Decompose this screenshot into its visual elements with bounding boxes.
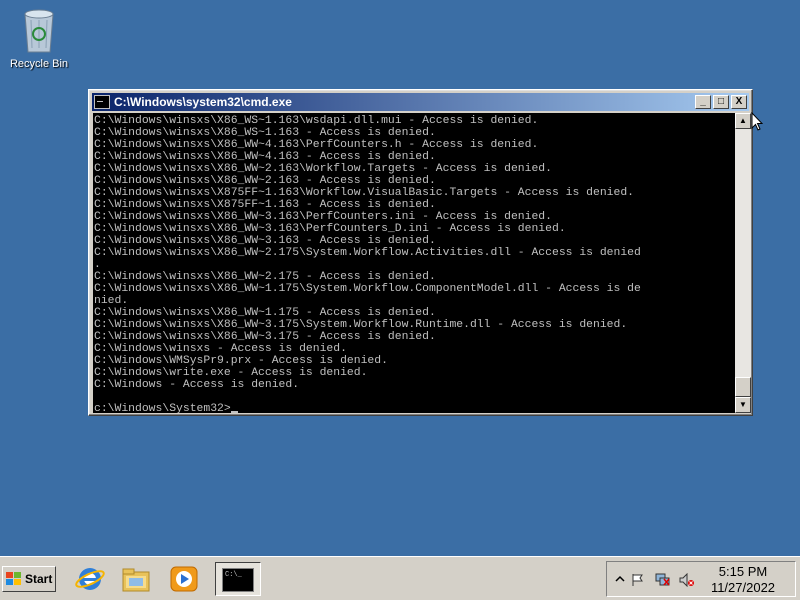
console-line: nied. <box>94 295 129 307</box>
media-player-icon[interactable] <box>168 564 200 594</box>
console-line: C:\Windows\winsxs\X86_WW~3.163\PerfCount… <box>94 223 566 235</box>
clock-time: 5:15 PM <box>718 564 768 579</box>
cmd-task-icon <box>222 568 254 592</box>
console-line: C:\Windows\winsxs\X86_WW~2.175 - Access … <box>94 271 436 283</box>
action-center-flag-icon[interactable] <box>631 573 645 587</box>
vertical-scrollbar[interactable]: ▲ ▼ <box>735 113 751 413</box>
console-line: C:\Windows\winsxs\X86_WW~3.163\PerfCount… <box>94 211 552 223</box>
scroll-thumb[interactable] <box>735 377 751 397</box>
start-button[interactable]: Start <box>2 566 56 592</box>
console-line: C:\Windows\winsxs\X86_WS~1.163 - Access … <box>94 127 436 139</box>
recycle-bin-icon <box>19 6 59 54</box>
volume-muted-icon[interactable] <box>679 572 694 588</box>
taskbar: Start C:\_ 5:15 PM 11/27/2022 <box>0 556 800 600</box>
console-line: C:\Windows\winsxs\X86_WW~3.175\System.Wo… <box>94 319 628 331</box>
console-line: C:\Windows\winsxs\X875FF~1.163\Workflow.… <box>94 187 635 199</box>
recycle-bin-label: Recycle Bin <box>9 58 69 70</box>
console-line: C:\Windows\WMSysPr9.prx - Access is deni… <box>94 355 388 367</box>
close-button[interactable]: X <box>731 95 747 109</box>
console-line: . <box>94 259 101 271</box>
cmd-task-button[interactable] <box>215 562 261 596</box>
windows-logo-icon <box>6 572 22 586</box>
console-line: C:\Windows\winsxs\X86_WW~4.163\PerfCount… <box>94 139 539 151</box>
maximize-button[interactable]: □ <box>713 95 729 109</box>
cmd-window-icon[interactable] <box>94 95 110 109</box>
mouse-pointer-icon <box>751 112 763 131</box>
console-output[interactable]: C:\Windows\winsxs\X86_WS~1.163\wsdapi.dl… <box>93 113 735 413</box>
scroll-down-button[interactable]: ▼ <box>735 397 751 413</box>
console-line: C:\Windows\winsxs\X86_WW~4.163 - Access … <box>94 151 436 163</box>
show-hidden-icon[interactable] <box>613 573 627 587</box>
console-line: C:\Windows\winsxs\X86_WW~1.175 - Access … <box>94 307 436 319</box>
window-titlebar[interactable]: C:\Windows\system32\cmd.exe _ □ X <box>92 93 749 111</box>
console-line: C:\Windows\write.exe - Access is denied. <box>94 367 368 379</box>
console-cursor <box>230 411 238 413</box>
console-line: C:\Windows\winsxs\X86_WW~1.175\System.Wo… <box>94 283 641 295</box>
internet-explorer-icon[interactable] <box>74 564 106 594</box>
console-line: C:\Windows\winsxs - Access is denied. <box>94 343 347 355</box>
clock[interactable]: 5:15 PM 11/27/2022 <box>695 564 791 596</box>
scroll-up-button[interactable]: ▲ <box>735 113 751 129</box>
recycle-bin-desktop-icon[interactable]: Recycle Bin <box>6 6 72 70</box>
window-title: C:\Windows\system32\cmd.exe <box>114 95 292 109</box>
console-line: C:\Windows\winsxs\X86_WW~2.163 - Access … <box>94 175 436 187</box>
minimize-button[interactable]: _ <box>695 95 711 109</box>
start-label: Start <box>25 572 53 586</box>
network-icon[interactable] <box>655 573 670 587</box>
console-line: C:\Windows\winsxs\X86_WS~1.163\wsdapi.dl… <box>94 115 539 127</box>
console-line: C:\Windows\winsxs\X86_WW~2.163\Workflow.… <box>94 163 552 175</box>
console-line: C:\Windows\winsxs\X86_WW~3.163 - Access … <box>94 235 436 247</box>
console-line: C:\Windows\winsxs\X86_WW~2.175\System.Wo… <box>94 247 641 259</box>
windows-explorer-icon[interactable] <box>120 564 152 594</box>
clock-date: 11/27/2022 <box>710 580 776 595</box>
system-tray: 5:15 PM 11/27/2022 <box>606 561 796 597</box>
console-line: C:\Windows\winsxs\X875FF~1.163 - Access … <box>94 199 436 211</box>
console-line: C:\Windows\winsxs\X86_WW~3.175 - Access … <box>94 331 436 343</box>
cmd-window[interactable]: C:\Windows\system32\cmd.exe _ □ X C:\Win… <box>88 89 753 416</box>
console-line: C:\Windows - Access is denied. <box>94 379 300 391</box>
console-prompt: c:\Windows\System32> <box>94 403 735 413</box>
